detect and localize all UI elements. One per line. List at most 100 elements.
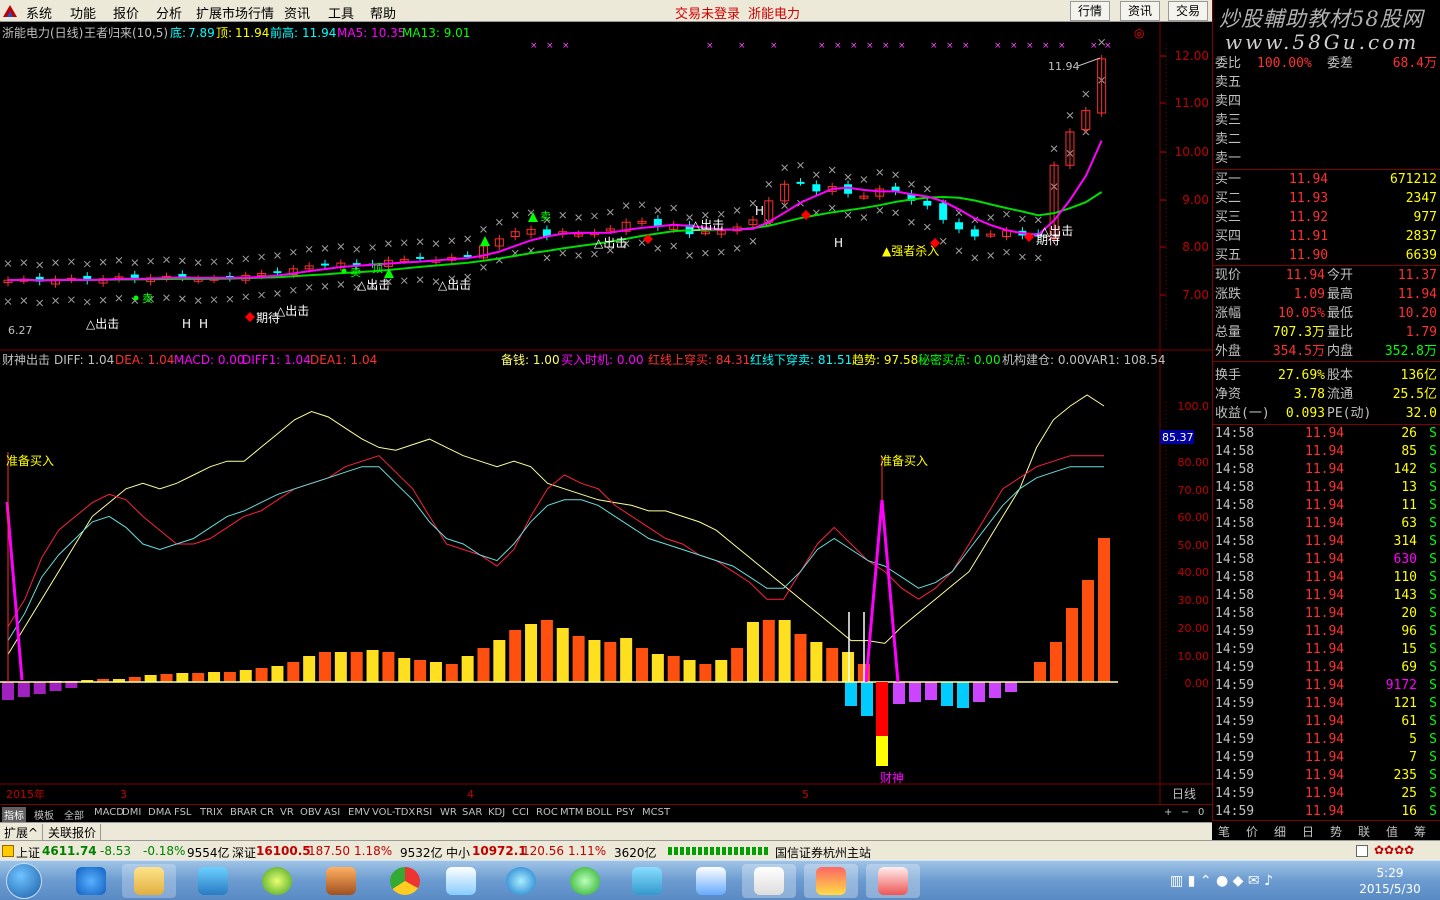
taskbar-app-refresh[interactable] bbox=[558, 864, 612, 898]
taskbar-app-heart[interactable] bbox=[434, 864, 488, 898]
indicator-tab[interactable]: CR bbox=[258, 807, 276, 818]
tick-row[interactable]: 14:59 11.94 5 S bbox=[1213, 730, 1440, 749]
ask-row[interactable]: 卖三 bbox=[1213, 111, 1440, 130]
bid-row[interactable]: 买四 11.91 2837 bbox=[1213, 227, 1440, 246]
stat-row[interactable]: 收益(一) 0.093 PE(动) 32.0 bbox=[1213, 404, 1440, 423]
tick-row[interactable]: 14:59 11.94 61 S bbox=[1213, 712, 1440, 731]
menu-tools[interactable]: 工具 bbox=[328, 3, 354, 22]
indicator-tab[interactable]: FSL bbox=[172, 807, 194, 818]
tick-row[interactable]: 14:58 11.94 11 S bbox=[1213, 496, 1440, 515]
bid-row[interactable]: 买一 11.94 671212 bbox=[1213, 170, 1440, 189]
stat-row[interactable]: 换手 27.69% 股本 136亿 bbox=[1213, 366, 1440, 385]
indicator-tab[interactable]: KDJ bbox=[486, 807, 507, 818]
sidebar-tab[interactable]: 笔 bbox=[1218, 823, 1230, 840]
tab-extended[interactable]: 扩展^ bbox=[0, 824, 44, 841]
indicator-control[interactable]: + bbox=[1162, 807, 1174, 818]
menu-help[interactable]: 帮助 bbox=[370, 3, 396, 22]
stat-row[interactable]: 净资 3.78 流通 25.5亿 bbox=[1213, 385, 1440, 404]
window-icon[interactable] bbox=[1356, 845, 1368, 857]
close-indicator-icon[interactable]: ◎ bbox=[1134, 26, 1144, 40]
stat-row[interactable]: 涨幅 10.05% 最低 10.20 bbox=[1213, 304, 1440, 323]
tick-row[interactable]: 14:59 11.94 96 S bbox=[1213, 622, 1440, 641]
indicator-tab[interactable]: RSI bbox=[414, 807, 434, 818]
tick-row[interactable]: 14:58 11.94 142 S bbox=[1213, 460, 1440, 479]
taskbar-app-owl[interactable] bbox=[314, 864, 368, 898]
indicator-tab[interactable]: CCI bbox=[510, 807, 531, 818]
ask-row[interactable]: 卖二 bbox=[1213, 130, 1440, 149]
taskbar-app-bird[interactable] bbox=[186, 864, 240, 898]
indicator-tab[interactable]: VOL-TDX bbox=[370, 807, 417, 818]
taskbar-app-blue[interactable] bbox=[494, 864, 548, 898]
indicator-tab[interactable]: SAR bbox=[460, 807, 484, 818]
server-name[interactable]: 国信证券杭州主站 bbox=[775, 844, 871, 861]
tick-row[interactable]: 14:59 11.94 9172 S bbox=[1213, 676, 1440, 695]
taskbar-ie[interactable] bbox=[64, 864, 118, 898]
tick-row[interactable]: 14:58 11.94 630 S bbox=[1213, 550, 1440, 569]
sidebar-tab[interactable]: 日 bbox=[1302, 823, 1314, 840]
tick-row[interactable]: 14:58 11.94 13 S bbox=[1213, 478, 1440, 497]
sidebar-tab[interactable]: 筹 bbox=[1414, 823, 1426, 840]
sidebar-tab[interactable]: 价 bbox=[1246, 823, 1258, 840]
sidebar-tab[interactable]: 值 bbox=[1386, 823, 1398, 840]
sidebar-tab[interactable]: 联 bbox=[1358, 823, 1370, 840]
kline-chart[interactable]: 浙能电力(日线) 王者归来(10,5) 底: 7.89 顶: 11.94 前高:… bbox=[0, 22, 1212, 804]
indicator-tab[interactable]: EMV bbox=[346, 807, 372, 818]
stat-row[interactable]: 外盘 354.5万 内盘 352.8万 bbox=[1213, 342, 1440, 361]
tick-row[interactable]: 14:59 11.94 25 S bbox=[1213, 784, 1440, 803]
indicator-tab[interactable]: OBV bbox=[298, 807, 323, 818]
tick-row[interactable]: 14:58 11.94 314 S bbox=[1213, 532, 1440, 551]
sidebar-tab[interactable]: 细 bbox=[1274, 823, 1286, 840]
tick-row[interactable]: 14:58 11.94 143 S bbox=[1213, 586, 1440, 605]
indicator-tab[interactable]: WR bbox=[438, 807, 459, 818]
tab-market[interactable]: 行情 bbox=[1070, 1, 1110, 21]
taskbar-app-green[interactable] bbox=[250, 864, 304, 898]
menu-system[interactable]: 系统 bbox=[26, 3, 52, 22]
indicator-tab[interactable]: 全部 bbox=[62, 807, 86, 822]
menu-analysis[interactable]: 分析 bbox=[156, 3, 182, 22]
taskbar-explorer[interactable] bbox=[122, 864, 176, 898]
taskbar-app-qq[interactable] bbox=[620, 864, 674, 898]
sidebar-tab[interactable]: 势 bbox=[1330, 823, 1342, 840]
system-clock[interactable]: 5:29 2015/5/30 bbox=[1350, 865, 1430, 897]
indicator-control[interactable]: 0 bbox=[1196, 807, 1206, 818]
taskbar-chrome[interactable] bbox=[378, 864, 432, 898]
tick-row[interactable]: 14:58 11.94 63 S bbox=[1213, 514, 1440, 533]
menu-function[interactable]: 功能 bbox=[70, 3, 96, 22]
indicator-tab[interactable]: BRAR bbox=[228, 807, 259, 818]
tab-related-quote[interactable]: 关联报价 bbox=[44, 824, 102, 841]
tick-row[interactable]: 14:59 11.94 15 S bbox=[1213, 640, 1440, 659]
taskbar-app-cloud[interactable] bbox=[684, 864, 738, 898]
bid-row[interactable]: 买五 11.90 6639 bbox=[1213, 246, 1440, 265]
taskbar-app-red[interactable] bbox=[866, 864, 920, 898]
indicator-tab[interactable]: BOLL bbox=[584, 807, 614, 818]
indicator-tab[interactable]: DMI bbox=[120, 807, 143, 818]
indicator-tab[interactable]: PSY bbox=[614, 807, 637, 818]
bid-row[interactable]: 买三 11.92 977 bbox=[1213, 208, 1440, 227]
ask-row[interactable]: 卖四 bbox=[1213, 92, 1440, 111]
indicator-tab[interactable]: MCST bbox=[640, 807, 672, 818]
indicator-tab[interactable]: DMA bbox=[146, 807, 173, 818]
ask-row[interactable]: 卖五 bbox=[1213, 73, 1440, 92]
taskbar-guosen[interactable] bbox=[742, 864, 796, 898]
tick-row[interactable]: 14:58 11.94 110 S bbox=[1213, 568, 1440, 587]
indicator-tab[interactable]: ROC bbox=[534, 807, 560, 818]
tick-row[interactable]: 14:58 11.94 20 S bbox=[1213, 604, 1440, 623]
tick-row[interactable]: 14:58 11.94 26 S bbox=[1213, 424, 1440, 443]
period-label[interactable]: 日线 bbox=[1172, 787, 1196, 801]
stat-row[interactable]: 总量 707.3万 量比 1.79 bbox=[1213, 323, 1440, 342]
indicator-tab[interactable]: 模板 bbox=[32, 807, 56, 822]
menu-extended-market[interactable]: 扩展市场行情 bbox=[196, 3, 274, 22]
indicator-tab[interactable]: MTM bbox=[558, 807, 585, 818]
tab-news[interactable]: 资讯 bbox=[1120, 1, 1160, 21]
tick-row[interactable]: 14:59 11.94 7 S bbox=[1213, 748, 1440, 767]
indicator-tab[interactable]: ASI bbox=[322, 807, 342, 818]
tick-row[interactable]: 14:59 11.94 121 S bbox=[1213, 694, 1440, 713]
trade-login-status[interactable]: 交易未登录 bbox=[675, 3, 740, 22]
weibi-row[interactable]: 委比 100.00% 委差 68.4万 bbox=[1213, 54, 1440, 73]
indicator-tab[interactable]: TRIX bbox=[198, 807, 225, 818]
menu-news[interactable]: 资讯 bbox=[284, 3, 310, 22]
tab-trade[interactable]: 交易 bbox=[1168, 1, 1208, 21]
stat-row[interactable]: 涨跌 1.09 最高 11.94 bbox=[1213, 285, 1440, 304]
stat-row[interactable]: 现价 11.94 今开 11.37 bbox=[1213, 266, 1440, 285]
tick-row[interactable]: 14:59 11.94 235 S bbox=[1213, 766, 1440, 785]
